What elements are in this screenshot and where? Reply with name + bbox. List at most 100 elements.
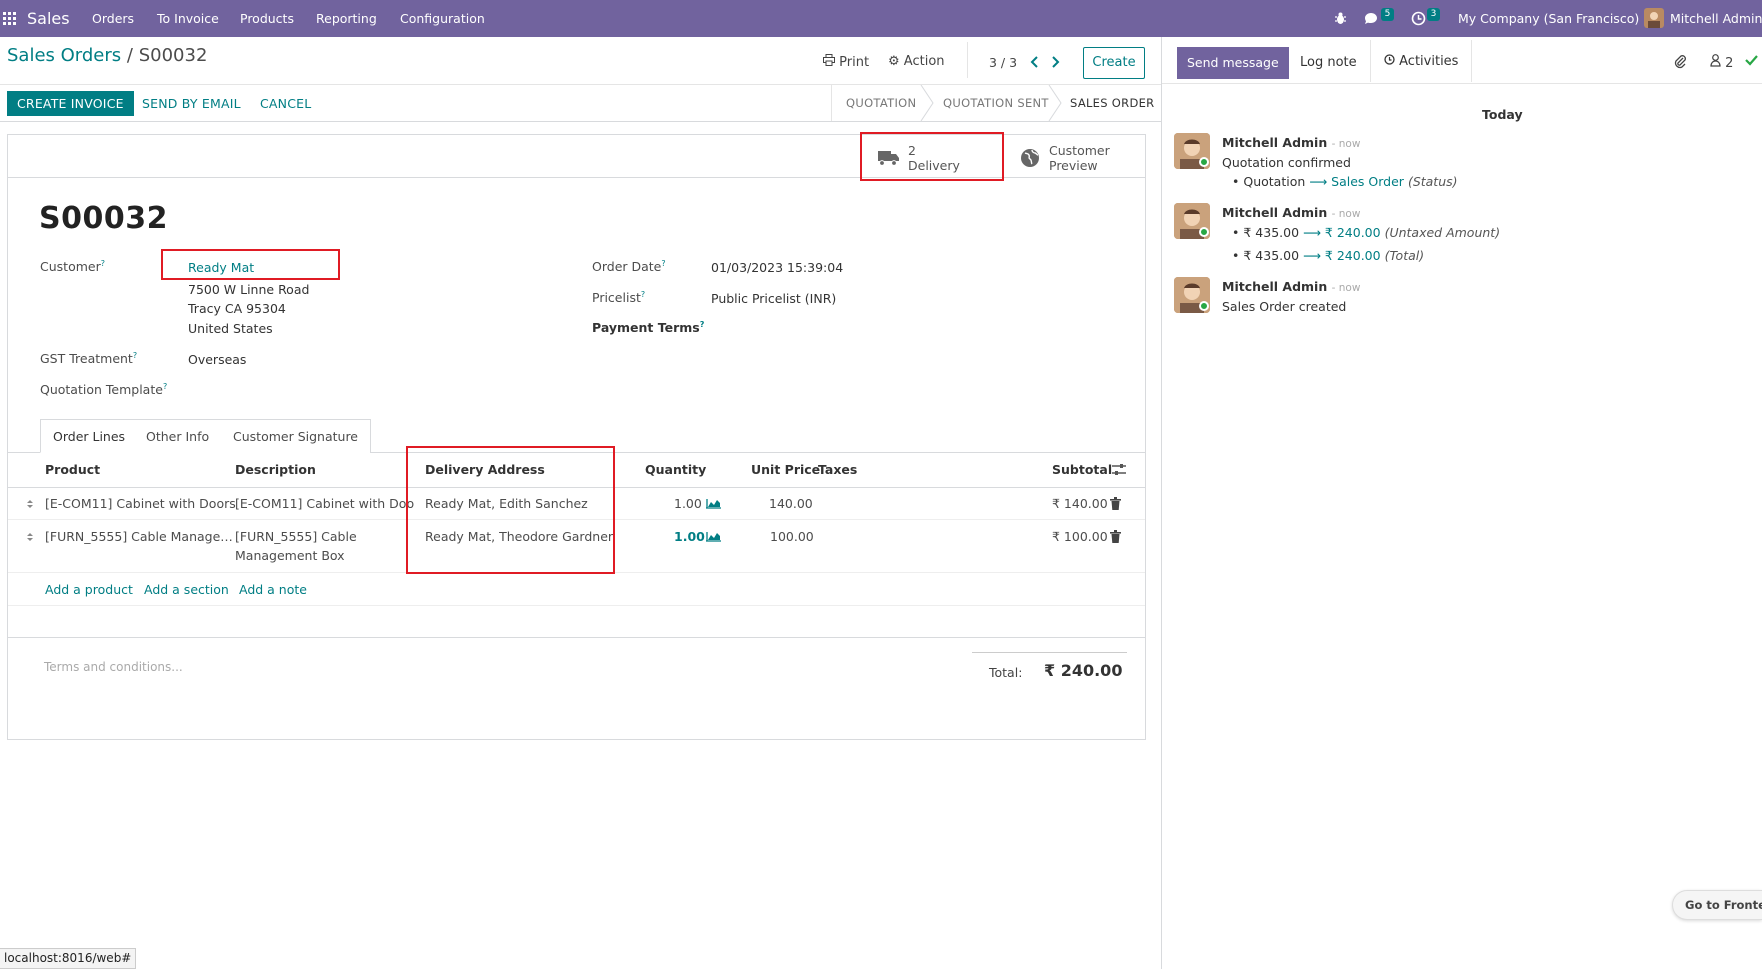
gst-value[interactable]: Overseas	[188, 352, 246, 367]
user-avatar[interactable]	[1644, 0, 1664, 37]
customer-address-line: United States	[188, 321, 273, 336]
quotation-template-label: Quotation Template?	[40, 382, 168, 397]
total-divider	[972, 652, 1127, 653]
create-button[interactable]: Create	[1083, 47, 1145, 79]
col-quantity[interactable]: Quantity	[645, 462, 706, 477]
delivery-address-highlight	[406, 446, 615, 574]
user-menu[interactable]: Mitchell Admin	[1670, 0, 1762, 37]
row1-description[interactable]: [E-COM11] Cabinet with Doors	[235, 496, 415, 511]
pager-value[interactable]: 3 / 3	[989, 55, 1017, 70]
activities-badge: 3	[1427, 8, 1440, 21]
col-subtotal[interactable]: Subtotal	[1052, 462, 1112, 477]
col-description[interactable]: Description	[235, 462, 316, 477]
tab-customer-signature[interactable]: Customer Signature	[221, 419, 371, 453]
activities-button[interactable]: Activities	[1384, 54, 1458, 69]
order-date-label: Order Date?	[592, 259, 666, 274]
following-check-icon[interactable]	[1745, 54, 1758, 69]
row2-quantity[interactable]: 1.00	[674, 529, 705, 544]
menu-orders[interactable]: Orders	[92, 0, 134, 37]
followers-button[interactable]: 2	[1710, 54, 1733, 71]
app-title[interactable]: Sales	[27, 0, 70, 37]
row1-unit-price[interactable]: 140.00	[769, 496, 813, 511]
row2-description-line2[interactable]: Management Box	[235, 548, 345, 563]
toolbar-divider	[967, 42, 968, 78]
chatter-tab-divider	[1370, 40, 1371, 82]
send-by-email-button[interactable]: SEND BY EMAIL	[142, 91, 241, 116]
print-label: Print	[839, 55, 870, 70]
add-section-link[interactable]: Add a section	[144, 582, 229, 597]
globe-icon	[1021, 149, 1039, 167]
add-note-link[interactable]: Add a note	[239, 582, 307, 597]
total-value: ₹ 240.00	[1044, 661, 1123, 680]
row2-product[interactable]: [FURN_5555] Cable Manage…	[45, 529, 233, 544]
pager-prev-icon[interactable]	[1030, 55, 1040, 72]
tab-order-lines[interactable]: Order Lines	[40, 419, 139, 453]
row2-description[interactable]: [FURN_5555] Cable	[235, 529, 357, 544]
print-button[interactable]: Print	[823, 54, 869, 70]
go-to-frontend-button[interactable]: Go to Fronter	[1672, 890, 1762, 920]
pricelist-value[interactable]: Public Pricelist (INR)	[711, 291, 836, 306]
message-author[interactable]: Mitchell Admin - now	[1222, 135, 1360, 150]
tab-other-info[interactable]: Other Info	[134, 419, 223, 453]
gear-icon: ⚙	[888, 54, 900, 69]
log-note-button[interactable]: Log note	[1300, 55, 1357, 70]
row1-quantity[interactable]: 1.00	[674, 496, 702, 511]
menu-reporting[interactable]: Reporting	[316, 0, 377, 37]
breadcrumb-sales-orders[interactable]: Sales Orders	[7, 45, 121, 66]
order-date-value[interactable]: 01/03/2023 15:39:04	[711, 260, 843, 275]
paperclip-icon[interactable]	[1673, 54, 1687, 72]
stage-quotation[interactable]: QUOTATION	[846, 85, 916, 121]
delete-row-trash-icon[interactable]	[1110, 530, 1121, 546]
row2-unit-price[interactable]: 100.00	[770, 529, 814, 544]
row-drag-handle-icon[interactable]	[26, 531, 34, 546]
chatter-topbar-line	[1162, 83, 1762, 84]
menu-products[interactable]: Products	[240, 0, 294, 37]
row1-product[interactable]: [E-COM11] Cabinet with Doors	[45, 496, 236, 511]
cancel-button[interactable]: CANCEL	[260, 91, 311, 116]
message-author[interactable]: Mitchell Admin - now	[1222, 205, 1360, 220]
tracking-value: • ₹ 435.00 ⟶ ₹ 240.00 (Untaxed Amount)	[1232, 225, 1501, 240]
stage-separator	[920, 85, 934, 121]
apps-menu-icon[interactable]	[3, 0, 17, 37]
menu-configuration[interactable]: Configuration	[400, 0, 485, 37]
col-product[interactable]: Product	[45, 462, 100, 477]
record-name: S00032	[39, 201, 168, 236]
row-divider	[8, 605, 1145, 606]
col-unit-price[interactable]: Unit Price	[751, 462, 820, 477]
company-switcher[interactable]: My Company (San Francisco)	[1458, 0, 1639, 37]
forecast-chart-icon[interactable]	[706, 497, 721, 512]
create-invoice-button[interactable]: CREATE INVOICE	[7, 91, 134, 116]
optional-columns-icon[interactable]	[1112, 463, 1126, 479]
activities-clock-icon[interactable]	[1411, 0, 1426, 37]
terms-and-conditions-field[interactable]: Terms and conditions...	[44, 660, 183, 674]
date-separator: Today	[1482, 107, 1523, 122]
send-message-button[interactable]: Send message	[1177, 47, 1289, 79]
breadcrumb-current: S00032	[138, 45, 208, 66]
user-icon	[1710, 54, 1721, 67]
clock-icon	[1384, 54, 1395, 65]
action-button[interactable]: ⚙ Action	[888, 54, 945, 69]
row-drag-handle-icon[interactable]	[26, 498, 34, 513]
online-status-dot	[1199, 157, 1209, 167]
add-product-link[interactable]: Add a product	[45, 582, 133, 597]
pager-next-icon[interactable]	[1050, 55, 1060, 72]
preview-label-1: Customer	[1049, 143, 1110, 158]
col-taxes[interactable]: Taxes	[818, 462, 857, 477]
stage-left-divider	[831, 85, 832, 121]
messages-badge: 5	[1381, 8, 1394, 21]
payment-terms-label: Payment Terms?	[592, 320, 705, 335]
stage-sales-order-active[interactable]: SALES ORDER	[1070, 85, 1154, 121]
delete-row-trash-icon[interactable]	[1110, 497, 1121, 513]
delivery-highlight	[860, 132, 1004, 181]
message-author[interactable]: Mitchell Admin - now	[1222, 279, 1360, 294]
forecast-chart-icon[interactable]	[706, 530, 721, 545]
chatter-divider	[1161, 37, 1162, 969]
customer-label: Customer?	[40, 259, 105, 274]
debug-bug-icon[interactable]	[1334, 0, 1347, 37]
customer-address-line: 7500 W Linne Road	[188, 282, 310, 297]
top-navbar: Sales Orders To Invoice Products Reporti…	[0, 0, 1762, 37]
customer-preview-smart-button[interactable]: Customer Preview	[1004, 135, 1145, 178]
messages-icon[interactable]	[1364, 0, 1380, 37]
menu-to-invoice[interactable]: To Invoice	[157, 0, 219, 37]
stage-quotation-sent[interactable]: QUOTATION SENT	[943, 85, 1049, 121]
